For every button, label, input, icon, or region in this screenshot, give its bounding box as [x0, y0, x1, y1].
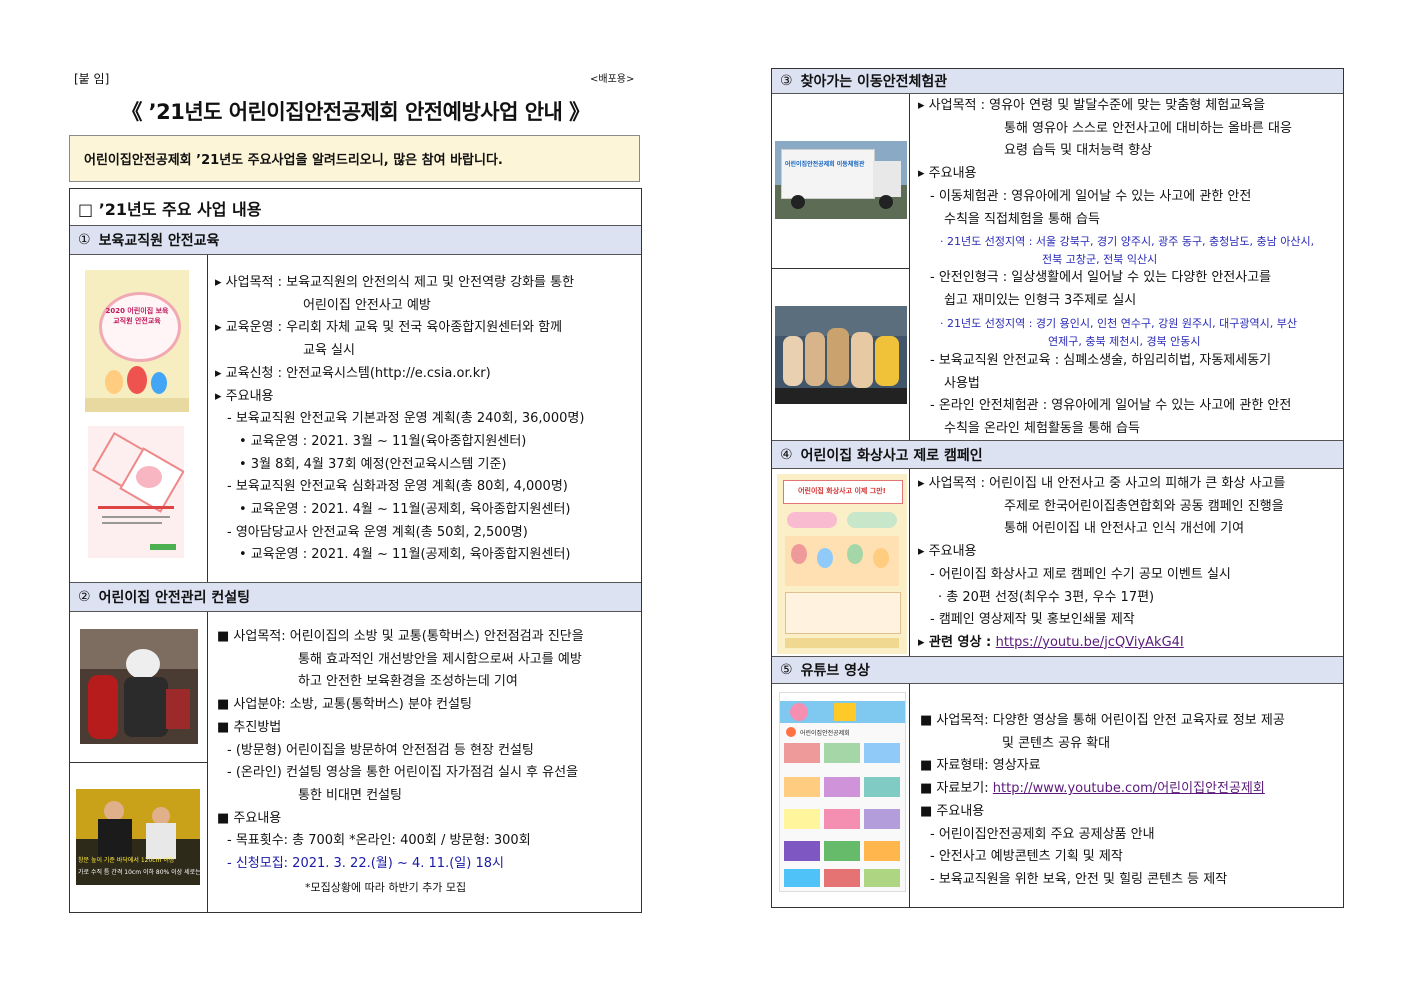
- distribution-label: <배포용>: [590, 74, 635, 85]
- video-caption: 창문 높이 기준 바닥에서 120cm 이상: [78, 857, 175, 864]
- document-title: 《 ’21년도 어린이집안전공제회 안전예방사업 안내 》: [121, 100, 590, 124]
- infant-teacher-book-cover-image: [88, 426, 184, 558]
- text-line: 통한 비대면 컨설팅: [298, 787, 402, 803]
- section-number: ③: [780, 73, 793, 89]
- text-line: • 교육운영 : 2021. 4월 ~ 11월(공제회, 육아종합지원센터): [239, 547, 571, 563]
- text-line: 연제구, 충북 제천시, 경북 안동시: [1048, 335, 1201, 348]
- section-title: 보육교직원 안전교육: [98, 233, 220, 249]
- section-header-5: ⑤ 유튜브 영상: [772, 656, 1343, 684]
- truck-label: 어린이집안전공제회 이동체험관: [785, 161, 865, 168]
- box-title: □ ’21년도 주요 사업 내용: [78, 200, 262, 219]
- section-title: 어린이집 화상사고 제로 캠페인: [800, 447, 983, 464]
- text-line: - 이동체험관 : 영유아에게 일어날 수 있는 사고에 관한 안전: [930, 188, 1252, 204]
- text-line: 어린이집 안전사고 예방: [303, 297, 431, 313]
- text-line: ▸ 주요내용: [918, 544, 977, 560]
- text-line: ▸ 사업목적 : 어린이집 내 안전사고 중 사고의 피해가 큰 화상 사고를: [918, 476, 1286, 491]
- text-line: 사용법: [944, 375, 980, 391]
- text-line: - 신청모집: 2021. 3. 22.(월) ~ 4. 11.(일) 18시: [227, 856, 504, 871]
- text-line: - 보육교직원 안전교육 : 심폐소생술, 하임리히법, 자동제세동기: [930, 353, 1272, 368]
- section-header-2: ② 어린이집 안전관리 컨설팅: [70, 582, 641, 612]
- text-line: 쉽고 재미있는 인형극 3주제로 실시: [944, 292, 1137, 308]
- text-line: ■ 자료보기:: [920, 781, 993, 797]
- text-line: 교육 실시: [303, 343, 355, 359]
- text-line: ▸ 주요내용: [918, 166, 977, 182]
- text-line: • 교육운영 : 2021. 3월 ~ 11월(육아종합지원센터): [239, 433, 527, 449]
- text-line: ■ 자료형태: 영상자료: [920, 758, 1041, 774]
- text-line: 주제로 한국어린이집총연합회와 공동 캠페인 진행을: [1004, 498, 1284, 514]
- channel-name: 어린이집안전공제회: [800, 730, 850, 737]
- video-caption: 가로 수직 틈 간격 10cm 이하 80% 이상 세로는 20cm 이상: [78, 869, 200, 876]
- text-line: - 어린이집 화상사고 제로 캠페인 수기 공모 이벤트 실시: [930, 566, 1231, 582]
- text-line: • 3월 8회, 4월 37회 예정(안전교육시스템 기준): [239, 456, 507, 472]
- text-line: - 영아담당교사 안전교육 운영 계획(총 50회, 2,500명): [227, 524, 528, 540]
- text-line: 하고 안전한 보육환경을 조성하는데 기여: [298, 674, 518, 690]
- text-line: 수칙을 온라인 체험활동을 통해 습득: [944, 421, 1140, 437]
- text-line: 수칙을 직접체험을 통해 습득: [944, 211, 1100, 227]
- text-line: - 캠페인 영상제작 및 홍보인쇄물 제작: [930, 612, 1135, 628]
- notice-text: 어린이집안전공제회 ’21년도 주요사업을 알려드리오니, 많은 참여 바랍니다…: [84, 153, 503, 168]
- fire-inspection-photo: [80, 629, 198, 744]
- text-line: 및 콘텐츠 공유 확대: [1002, 735, 1111, 751]
- attachment-label: [붙 임]: [74, 72, 110, 86]
- text-line: ▸ 사업목적 : 보육교직원의 안전의식 제고 및 안전역량 강화를 통한: [215, 275, 575, 290]
- text-line: - 보육교직원 안전교육 기본과정 운영 계획(총 240회, 36,000명): [227, 411, 585, 427]
- section-header-4: ④ 어린이집 화상사고 제로 캠페인: [772, 440, 1343, 469]
- text-line: - (온라인) 컨설팅 영상을 통한 어린이집 자가점검 실시 후 유선을: [227, 765, 579, 781]
- text-line: - (방문형) 어린이집을 방문하여 안전점검 등 현장 컨설팅: [227, 742, 534, 758]
- text-line: ■ 사업목적: 어린이집의 소방 및 교통(통학버스) 안전점검과 진단을: [217, 629, 584, 644]
- text-line: - 목표횟수: 총 700회 *온라인: 400회 / 방문형: 300회: [227, 833, 531, 849]
- text-line: ▸ 교육운영 : 우리회 자체 교육 및 전국 육아종합지원센터와 함께: [215, 320, 563, 336]
- section-title: 유튜브 영상: [800, 663, 870, 679]
- section-number: ①: [78, 232, 91, 248]
- text-line: ■ 사업분야: 소방, 교통(통학버스) 분야 컨설팅: [217, 697, 472, 713]
- section-header-1: ① 보육교직원 안전교육: [70, 225, 641, 255]
- text-line: ▸ 주요내용: [215, 388, 274, 404]
- text-line: - 안전인형극 : 일상생활에서 일어날 수 있는 다양한 안전사고를: [930, 270, 1272, 285]
- text-line: · 21년도 선정지역 : 서울 강북구, 경기 양주시, 광주 동구, 충청남…: [940, 235, 1315, 248]
- youtube-channel-screenshot: 어린이집안전공제회: [779, 692, 906, 892]
- text-line: ■ 추진방법: [217, 719, 282, 735]
- text-line: · 총 20편 선정(최우수 3편, 우수 17편): [938, 589, 1155, 605]
- bus-consulting-video-still: 창문 높이 기준 바닥에서 120cm 이상 가로 수직 틈 간격 10cm 이…: [76, 789, 200, 885]
- section-header-3: ③ 찾아가는 이동안전체험관: [772, 69, 1343, 94]
- text-line: ■ 주요내용: [217, 810, 282, 826]
- text-line: 통해 어린이집 내 안전사고 인식 개선에 기여: [1004, 521, 1245, 537]
- youtube-channel-link[interactable]: http://www.youtube.com/어린이집안전공제회: [993, 781, 1265, 796]
- text-line: • 교육운영 : 2021. 4월 ~ 11월(공제회, 육아종합지원센터): [239, 502, 571, 517]
- text-line: 요령 습득 및 대처능력 향상: [1004, 143, 1153, 159]
- text-line: - 어린이집안전공제회 주요 공제상품 안내: [930, 826, 1155, 842]
- section-number: ④: [780, 446, 793, 463]
- puppet-show-photo: [775, 306, 907, 404]
- text-line: · 21년도 선정지역 : 경기 용인시, 인천 연수구, 강원 원주시, 대구…: [940, 317, 1298, 330]
- text-line: ▸ 관련 영상 :: [918, 634, 996, 650]
- section-number: ②: [78, 589, 91, 605]
- text-line: - 보육교직원을 위한 보육, 안전 및 힐링 콘텐츠 등 제작: [930, 871, 1228, 887]
- mobile-safety-truck-photo: 어린이집안전공제회 이동체험관: [775, 141, 907, 219]
- text-line: *모집상황에 따라 하반기 추가 모집: [305, 881, 467, 894]
- education-book-cover-image: 2020 어린이집 보육교직원 안전교육: [85, 270, 189, 412]
- text-line: - 온라인 안전체험관 : 영유아에게 일어날 수 있는 사고에 관한 안전: [930, 398, 1292, 414]
- text-line: ▸ 교육신청 : 안전교육시스템(http://e.csia.or.kr): [215, 365, 491, 381]
- text-line: - 안전사고 예방콘텐츠 기획 및 제작: [930, 849, 1123, 865]
- poster-title: 어린이집 화상사고 이제 그만!: [798, 487, 886, 495]
- section-title: 찾아가는 이동안전체험관: [800, 74, 948, 90]
- text-line: ■ 주요내용: [920, 803, 985, 819]
- section-number: ⑤: [780, 662, 793, 678]
- campaign-video-link[interactable]: https://youtu.be/jcQViyAkG4I: [996, 635, 1184, 650]
- text-line: - 보육교직원 안전교육 심화과정 운영 계획(총 80회, 4,000명): [227, 479, 568, 495]
- text-line: ▸ 사업목적 : 영유아 연령 및 발달수준에 맞는 맞춤형 체험교육을: [918, 98, 1266, 113]
- text-line: 통해 효과적인 개선방안을 제시함으로써 사고를 예방: [298, 651, 582, 667]
- notice-box: 어린이집안전공제회 ’21년도 주요사업을 알려드리오니, 많은 참여 바랍니다…: [69, 135, 640, 182]
- burn-campaign-poster: 어린이집 화상사고 이제 그만!: [777, 474, 907, 654]
- book-title: 2020 어린이집 보육교직원 안전교육: [105, 307, 169, 325]
- text-line: 통해 영유아 스스로 안전사고에 대비하는 올바른 대응: [1004, 120, 1292, 136]
- text-line: ■ 사업목적: 다양한 영상을 통해 어린이집 안전 교육자료 정보 제공: [920, 713, 1285, 728]
- section-title: 어린이집 안전관리 컨설팅: [98, 590, 250, 606]
